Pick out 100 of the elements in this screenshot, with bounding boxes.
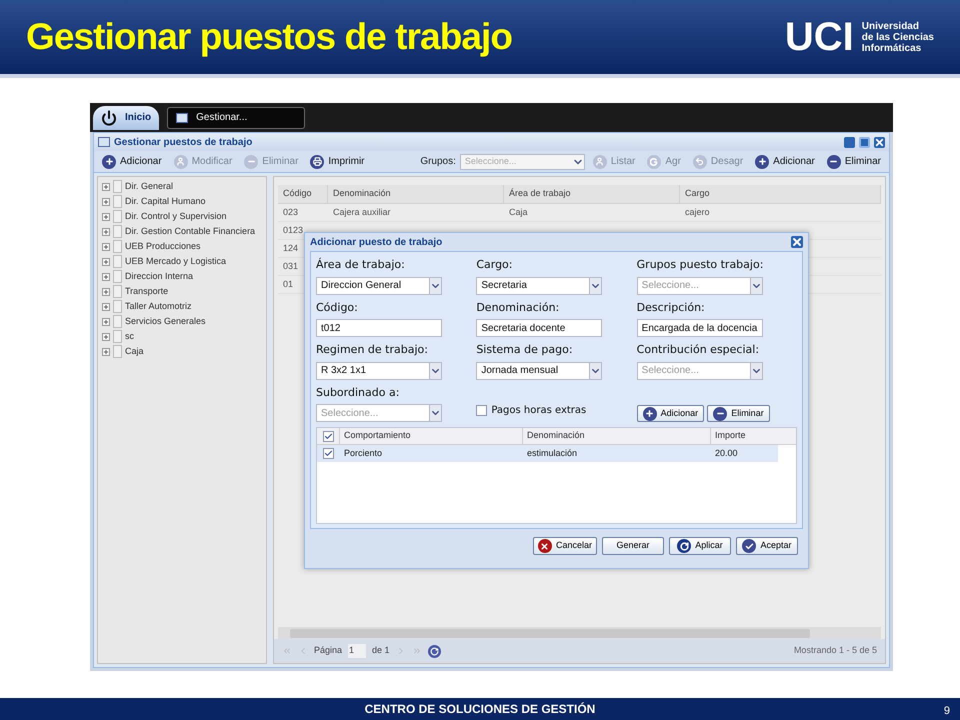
input-field[interactable]: t012 — [316, 319, 442, 337]
column-header[interactable]: Comportamiento — [339, 428, 522, 444]
checkbox[interactable] — [322, 430, 334, 442]
page-count: de 1 — [372, 644, 390, 658]
tree-item[interactable]: Dir. Control y Supervision — [125, 210, 227, 224]
toolbar-button[interactable]: Eliminar — [822, 154, 885, 169]
tree-item[interactable]: Dir. Capital Humano — [125, 194, 206, 208]
expand-icon[interactable] — [102, 228, 110, 236]
taskbar-tab[interactable]: Gestionar... — [167, 106, 306, 128]
plus-icon — [755, 154, 770, 168]
column-header[interactable]: Denominación — [328, 185, 504, 203]
tree-item[interactable]: Caja — [125, 344, 144, 358]
page-input[interactable]: 1 — [348, 644, 366, 658]
select-field[interactable]: R 3x2 1x1 — [316, 362, 442, 380]
table-cell-text: 023 — [282, 206, 300, 219]
field-label: Contribución especial: — [636, 342, 760, 358]
checkbox-label: Pagos horas extras — [491, 404, 586, 418]
input-field[interactable]: Encargada de la docencia — [636, 319, 763, 337]
expand-icon[interactable] — [102, 198, 110, 206]
folder-icon — [113, 300, 122, 313]
folder-icon — [113, 345, 122, 358]
select-field[interactable]: Direccion General — [316, 276, 442, 294]
window-title: Gestionar puestos de trabajo — [114, 136, 254, 150]
folder-icon — [113, 285, 122, 298]
dropdown-caret-icon — [750, 362, 762, 378]
tree-item[interactable]: Servicios Generales — [125, 314, 206, 328]
logo-caption: Universidad de las Ciencias Informáticas — [862, 20, 934, 54]
expand-icon[interactable] — [102, 212, 110, 220]
paging-status: Mostrando 1 - 5 de 5 — [794, 644, 877, 658]
expand-icon[interactable] — [102, 348, 110, 356]
tree-item[interactable]: sc — [125, 330, 134, 344]
refresh-icon — [677, 539, 692, 553]
folder-icon — [113, 195, 122, 208]
folder-icon — [113, 255, 122, 268]
table-cell-text: Caja — [508, 206, 529, 219]
tree-item[interactable]: UEB Producciones — [125, 240, 201, 254]
minus-icon — [244, 154, 258, 168]
select-field[interactable]: Secretaria — [476, 276, 602, 294]
tree-item[interactable]: UEB Mercado y Logistica — [125, 254, 226, 268]
tree-item[interactable]: Dir. General — [125, 180, 174, 194]
window-icon — [176, 112, 188, 122]
expand-icon[interactable] — [102, 332, 110, 340]
expand-icon[interactable] — [102, 258, 110, 266]
page-number: 9 — [944, 704, 950, 719]
dropdown-caret-icon — [429, 405, 441, 421]
field-label: Grupos puesto trabajo: — [636, 257, 764, 273]
expand-icon[interactable] — [102, 318, 110, 326]
toolbar-button[interactable]: Adicionar — [751, 154, 819, 169]
person-icon — [592, 154, 607, 168]
tree-item[interactable]: Taller Automotriz — [125, 300, 192, 314]
expand-icon[interactable] — [102, 182, 110, 190]
field-label: Cargo: — [476, 257, 514, 273]
column-header[interactable]: Denominación — [522, 428, 710, 444]
select-field[interactable]: Jornada mensual — [476, 362, 602, 380]
field-label: Subordinado a: — [316, 384, 400, 400]
dialog-button[interactable]: Adicionar — [636, 405, 704, 422]
checkbox[interactable] — [322, 448, 334, 459]
checkbox[interactable] — [476, 405, 488, 416]
slide-title: Gestionar puestos de trabajo — [26, 15, 512, 60]
toolbar-button[interactable]: Imprimir — [306, 154, 369, 169]
folder-icon — [113, 270, 122, 283]
close-icon[interactable] — [874, 136, 885, 148]
field-label: Sistema de pago: — [476, 342, 574, 358]
field-label: Regimen de trabajo: — [316, 342, 429, 358]
table-cell-text: Porciento — [343, 446, 384, 460]
table-cell-text: Cajera auxiliar — [332, 206, 392, 219]
plus-icon — [642, 406, 657, 420]
field-label: Descripción: — [636, 300, 706, 316]
toolbar-button[interactable]: Adicionar — [98, 154, 166, 169]
expand-icon[interactable] — [102, 242, 110, 250]
field-label: Denominación: — [476, 300, 560, 316]
person-icon — [174, 154, 188, 168]
dialog-button[interactable]: Cancelar — [532, 537, 597, 555]
logo-text: UCI — [784, 17, 854, 57]
expand-icon[interactable] — [102, 272, 110, 280]
tree-item[interactable]: Transporte — [125, 284, 168, 298]
minimize-icon[interactable] — [844, 136, 855, 148]
dropdown-caret-icon — [589, 362, 602, 378]
expand-icon[interactable] — [102, 288, 110, 296]
horizontal-scrollbar[interactable] — [278, 627, 881, 639]
tree-item[interactable]: Dir. Gestion Contable Financiera — [125, 224, 256, 238]
dialog-button[interactable]: Aplicar — [669, 537, 731, 555]
minus-icon — [713, 406, 728, 420]
column-header[interactable]: Importe — [710, 428, 778, 444]
column-header[interactable]: Cargo — [680, 185, 881, 203]
maximize-icon[interactable] — [859, 136, 870, 148]
dropdown-caret-icon — [750, 278, 762, 294]
refresh-icon[interactable] — [428, 644, 441, 658]
start-button[interactable]: Inicio — [93, 106, 160, 130]
tree-item[interactable]: Direccion Interna — [125, 270, 194, 284]
column-header[interactable]: Código — [278, 185, 328, 203]
close-icon[interactable] — [791, 236, 803, 248]
expand-icon[interactable] — [102, 302, 110, 310]
dialog-button[interactable]: Generar — [602, 537, 664, 555]
dialog-button[interactable]: Eliminar — [707, 405, 770, 422]
input-field[interactable]: Secretaria docente — [476, 319, 602, 337]
column-header[interactable]: Área de trabajo — [504, 185, 680, 203]
dialog-button[interactable]: Aceptar — [736, 537, 798, 555]
table-cell-text: 0123 — [282, 224, 304, 237]
table-row[interactable]: Porciento estimulación 20.00 — [317, 445, 778, 462]
